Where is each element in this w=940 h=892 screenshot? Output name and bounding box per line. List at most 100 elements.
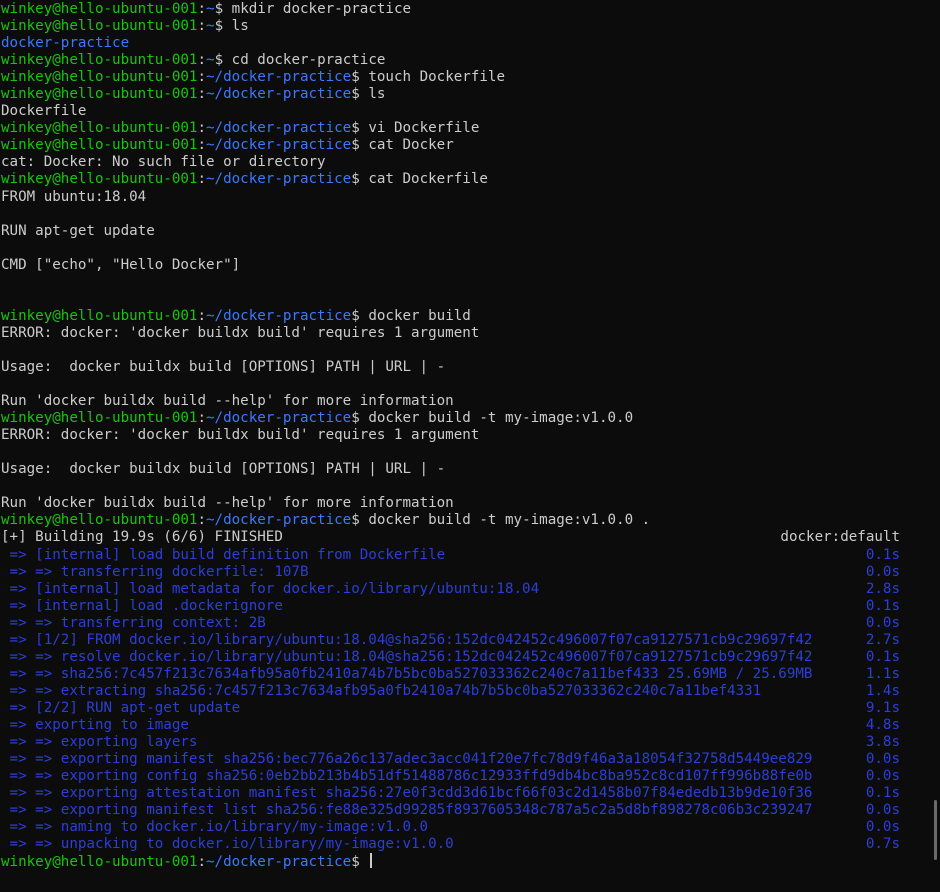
build-step-text: => => exporting layers [1,734,198,751]
scrollbar-thumb[interactable] [934,800,937,860]
prompt-line: winkey@hello-ubuntu-001:~/docker-practic… [1,410,940,427]
command-text: docker build [359,307,471,324]
prompt-separator: : [197,410,207,427]
build-step-text: => => exporting manifest list sha256:fe8… [1,802,813,819]
output-line: ERROR: docker: 'docker buildx build' req… [1,427,940,444]
build-step-time: 0.0s [865,768,900,785]
build-step-line: => [internal] load build definition from… [1,547,940,564]
command-text: cd docker-practice [223,52,386,69]
terminal-window[interactable]: winkey@hello-ubuntu-001:~$ mkdir docker-… [0,0,940,892]
command-text: cat Docker [359,137,454,154]
output-line: ERROR: docker: 'docker buildx build' req… [1,325,940,342]
prompt-symbol: $ [351,410,360,427]
build-step-time: 0.0s [865,802,900,819]
prompt-symbol: $ [351,69,360,86]
prompt-user-host: winkey@hello-ubuntu-001 [1,854,198,871]
build-step-text: => => exporting manifest sha256:bec776a2… [1,751,813,768]
prompt-line: winkey@hello-ubuntu-001:~/docker-practic… [1,137,940,154]
build-step-time: 0.0s [865,819,900,836]
prompt-symbol: $ [351,120,360,137]
prompt-directory: ~/docker-practice [206,512,352,529]
command-text [360,854,369,870]
output-line: Dockerfile [1,103,940,120]
build-step-time: 1.1s [865,665,900,682]
prompt-symbol: $ [351,86,360,103]
prompt-user-host: winkey@hello-ubuntu-001 [1,120,198,137]
text-cursor[interactable] [370,853,373,869]
output-text: Run 'docker buildx build --help' for mor… [1,495,454,512]
build-step-time: 3.8s [865,734,900,751]
build-step-time: 0.0s [865,563,900,580]
build-step-text: => => transferring context: 2B [1,614,266,631]
command-text: docker build -t my-image:v1.0.0 [359,410,634,427]
build-step-line: => [internal] load metadata for docker.i… [1,581,940,598]
prompt-line: winkey@hello-ubuntu-001:~$ cd docker-pra… [1,52,940,69]
prompt-directory: ~ [206,52,215,69]
prompt-line: winkey@hello-ubuntu-001:~/docker-practic… [1,853,940,870]
output-line: cat: Docker: No such file or directory [1,154,940,171]
prompt-separator: : [197,1,207,17]
build-step-line: => => exporting attestation manifest sha… [1,785,940,802]
build-step-line: => [1/2] FROM docker.io/library/ubuntu:1… [1,632,940,649]
output-line: CMD ["echo", "Hello Docker"] [1,257,940,274]
build-step-line: => => exporting manifest list sha256:fe8… [1,802,940,819]
output-text: Run 'docker buildx build --help' for mor… [1,393,454,410]
build-step-text: => [2/2] RUN apt-get update [1,699,241,716]
prompt-user-host: winkey@hello-ubuntu-001 [1,410,198,427]
output-text: ERROR: docker: 'docker buildx build' req… [1,427,480,444]
prompt-directory: ~/docker-practice [206,307,352,324]
build-step-line: => => resolve docker.io/library/ubuntu:1… [1,649,940,666]
build-step-time: 1.4s [865,682,900,699]
prompt-separator: : [197,86,207,103]
build-status: [+] Building 19.9s (6/6) FINISHED [1,529,283,546]
prompt-directory: ~/docker-practice [206,171,352,188]
prompt-line: winkey@hello-ubuntu-001:~$ ls [1,18,940,35]
build-step-line: => => transferring dockerfile: 107B 0.0s [1,564,940,581]
build-step-line: => => naming to docker.io/library/my-ima… [1,819,940,836]
prompt-separator: : [197,137,207,154]
prompt-user-host: winkey@hello-ubuntu-001 [1,307,198,324]
build-step-time: 9.1s [865,699,900,716]
command-text: ls [359,86,386,103]
build-step-line: => => exporting manifest sha256:bec776a2… [1,751,940,768]
build-step-time: 2.7s [865,631,900,648]
command-text: mkdir docker-practice [223,1,412,17]
prompt-user-host: winkey@hello-ubuntu-001 [1,1,198,17]
prompt-line: winkey@hello-ubuntu-001:~/docker-practic… [1,120,940,137]
build-step-line: => => exporting layers 3.8s [1,734,940,751]
output-text: Dockerfile [1,103,87,120]
prompt-directory: ~/docker-practice [206,854,352,871]
prompt-symbol: $ [214,18,224,35]
prompt-line: winkey@hello-ubuntu-001:~/docker-practic… [1,86,940,103]
output-text: ERROR: docker: 'docker buildx build' req… [1,324,480,341]
prompt-separator: : [197,512,207,529]
prompt-user-host: winkey@hello-ubuntu-001 [1,18,198,35]
prompt-symbol: $ [214,1,224,17]
prompt-line: winkey@hello-ubuntu-001:~/docker-practic… [1,69,940,86]
prompt-symbol: $ [214,52,224,69]
output-line: Run 'docker buildx build --help' for mor… [1,495,940,512]
build-step-text: => => transferring dockerfile: 107B [1,563,309,580]
output-text: cat: Docker: No such file or directory [1,154,326,171]
prompt-line: winkey@hello-ubuntu-001:~/docker-practic… [1,171,940,188]
output-text: Usage: docker buildx build [OPTIONS] PAT… [1,358,446,375]
directory-name: docker-practice [1,35,130,52]
build-step-line: => exporting to image 4.8s [1,717,940,734]
build-step-text: => => sha256:7c457f213c7634afb95a0fb2410… [1,665,813,682]
prompt-line: winkey@hello-ubuntu-001:~/docker-practic… [1,308,940,325]
prompt-separator: : [197,52,207,69]
prompt-symbol: $ [351,137,360,154]
build-step-text: => => exporting config sha256:0eb2bb213b… [1,768,813,785]
prompt-directory: ~/docker-practice [206,69,352,86]
build-step-time: 0.0s [865,751,900,768]
build-step-line: => => sha256:7c457f213c7634afb95a0fb2410… [1,666,940,683]
prompt-user-host: winkey@hello-ubuntu-001 [1,512,198,529]
output-text: FROM ubuntu:18.04 [1,188,147,205]
command-text: cat Dockerfile [359,171,488,188]
build-step-time: 4.8s [865,716,900,733]
